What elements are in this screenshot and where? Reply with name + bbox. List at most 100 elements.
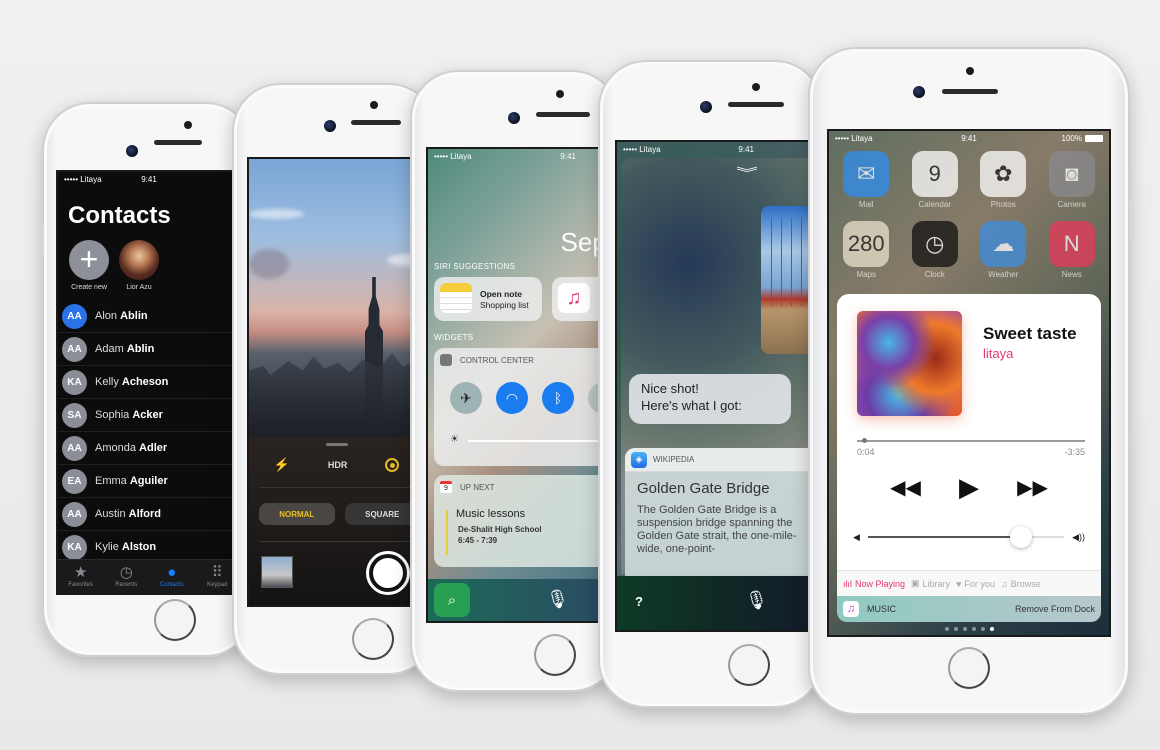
app-photos[interactable]: ✿ Photos	[978, 151, 1029, 209]
home-button[interactable]	[948, 647, 990, 689]
contact-row[interactable]: AA Amonda Adler	[58, 432, 240, 465]
tab-contacts[interactable]: ● Contacts	[149, 560, 195, 593]
page-dot[interactable]	[944, 627, 949, 631]
app-news[interactable]: N News	[1047, 221, 1098, 279]
app-camera[interactable]: ◙ Camera	[1047, 151, 1098, 209]
home-button[interactable]	[728, 644, 770, 686]
up-next-widget[interactable]: 9 UP NEXT Music lessons De-Shalit High S…	[434, 475, 608, 567]
artist-name[interactable]: litaya	[983, 346, 1013, 361]
camera-controls: ⚡ HDR NORMAL SQUARE	[249, 437, 424, 605]
music-tab-for-you[interactable]: ♥ For you	[956, 579, 995, 589]
search-button[interactable]: ⌕	[434, 583, 470, 617]
music-tab-browse[interactable]: ♫ Browse	[1001, 579, 1041, 589]
mode-normal[interactable]: NORMAL	[259, 503, 335, 525]
app-mail[interactable]: ✉ Mail	[841, 151, 892, 209]
avatar: AA	[62, 435, 87, 461]
siri-bottom-bar: ? 🎙	[617, 576, 810, 630]
drawer-handle[interactable]	[325, 443, 348, 446]
contact-name: Austin Alford	[95, 508, 162, 520]
hdr-toggle[interactable]: HDR	[328, 460, 348, 470]
tab-icon: ılıl	[843, 578, 852, 589]
home-button[interactable]	[154, 599, 196, 641]
front-camera-icon	[508, 112, 520, 124]
contact-row[interactable]: EA Emma Aguiler	[58, 465, 240, 498]
camera-screen: ⚡ HDR NORMAL SQUARE	[247, 157, 426, 607]
contact-row[interactable]: AA Alon Ablin	[58, 300, 240, 333]
cloud	[249, 209, 304, 219]
home-button[interactable]	[534, 634, 576, 676]
wifi-toggle[interactable]: ◠	[496, 382, 528, 414]
contact-row[interactable]: KA Kelly Acheson	[58, 366, 240, 399]
page-dot[interactable]	[962, 627, 967, 631]
live-photo-icon[interactable]	[385, 458, 400, 472]
play-button[interactable]: ▶	[959, 472, 979, 503]
sensor-icon	[752, 83, 760, 91]
bluetooth-toggle[interactable]: ᛒ	[542, 382, 574, 414]
remove-from-dock-button[interactable]: Remove From Dock	[1015, 604, 1095, 614]
phone-camera: ⚡ HDR NORMAL SQUARE	[232, 83, 437, 675]
rewind-button[interactable]: ◀◀	[890, 475, 921, 500]
app-label: Camera	[1057, 200, 1086, 209]
volume-slider[interactable]	[867, 526, 1065, 548]
page-dot[interactable]	[989, 627, 994, 631]
page-indicator[interactable]	[829, 627, 1109, 631]
album-art[interactable]	[857, 311, 962, 416]
tab-recents[interactable]: ◷ Recents	[104, 560, 150, 593]
city-skyline	[249, 353, 424, 437]
home-button[interactable]	[352, 618, 394, 660]
recents-icon: ◷	[119, 564, 133, 581]
favorite-contact[interactable]: Lior Azu	[114, 240, 164, 291]
app-maps[interactable]: 280 Maps	[841, 221, 892, 279]
page-dot[interactable]	[953, 627, 958, 631]
contact-row[interactable]: SA Sophia Acker	[58, 399, 240, 432]
contact-name: Alon Ablin	[95, 310, 148, 322]
page-title: Contacts	[68, 202, 171, 229]
fast-forward-button[interactable]: ▶▶	[1017, 475, 1048, 500]
progress-knob[interactable]	[861, 438, 867, 443]
flash-icon[interactable]: ⚡	[274, 457, 290, 473]
page-dot[interactable]	[980, 627, 985, 631]
sensor-icon	[370, 101, 378, 109]
siri-message: Here's what I got:	[641, 398, 742, 413]
tab-label: Now Playing	[855, 578, 906, 589]
contact-row[interactable]: AA Austin Alford	[58, 498, 240, 531]
music-tab-now-playing[interactable]: ılıl Now Playing	[843, 579, 905, 589]
microphone-icon[interactable]: 🎙	[745, 590, 768, 611]
front-camera-icon	[913, 86, 925, 98]
tab-favorites[interactable]: ★ Favorites	[58, 560, 104, 593]
phone-today-view: ••••• Litaya 9:41 Sept SIRI SUGGESTIONS …	[410, 70, 620, 692]
golden-gate-photo[interactable]	[761, 206, 810, 354]
note-suggestion[interactable]: Open note Shopping list	[434, 277, 542, 321]
progress-bar[interactable]	[857, 438, 1085, 443]
note-title: Open note	[480, 289, 523, 299]
front-camera-icon	[700, 101, 712, 113]
app-grid: ✉ Mail 9 Calendar ✿ Photos ◙ Camera 280 Maps ◷ Cloc…	[841, 151, 1097, 279]
help-button[interactable]: ?	[635, 594, 643, 609]
music-tab-library[interactable]: ▣ Library	[911, 578, 950, 589]
mode-square[interactable]: SQUARE	[344, 503, 420, 525]
power-button	[1129, 199, 1133, 239]
app-weather[interactable]: ☁ Weather	[978, 221, 1029, 279]
app-calendar[interactable]: 9 Calendar	[910, 151, 961, 209]
page-dot[interactable]	[971, 627, 976, 631]
calendar-icon: 9	[440, 481, 452, 493]
viewfinder[interactable]	[249, 159, 424, 437]
brightness-slider[interactable]	[468, 440, 608, 442]
chevron-down-icon[interactable]: ︾	[736, 164, 758, 181]
create-new-button[interactable]: + Create new	[64, 240, 114, 291]
last-photo-thumbnail[interactable]	[261, 556, 293, 588]
wikipedia-card[interactable]: ◈ WIKIPEDIA Golden Gate Bridge The Golde…	[625, 448, 810, 578]
front-camera-icon	[126, 145, 138, 157]
airplane-toggle[interactable]: ✈	[450, 382, 482, 414]
app-label: Maps	[856, 270, 877, 279]
sensor-icon	[184, 121, 192, 129]
volume-knob[interactable]	[1009, 526, 1032, 548]
music-widget: Sweet taste litaya 0:04 -3:35 ◀◀ ▶ ▶▶ ◀ …	[837, 294, 1101, 570]
contact-row[interactable]: AA Adam Ablin	[58, 333, 240, 366]
app-clock[interactable]: ◷ Clock	[910, 221, 961, 279]
shutter-button[interactable]	[366, 551, 410, 595]
microphone-icon[interactable]: 🎙	[546, 589, 569, 610]
create-new-label: Create new	[71, 284, 107, 291]
tab-label: Library	[922, 578, 951, 589]
contact-name: Emma Aguiler	[95, 475, 168, 487]
